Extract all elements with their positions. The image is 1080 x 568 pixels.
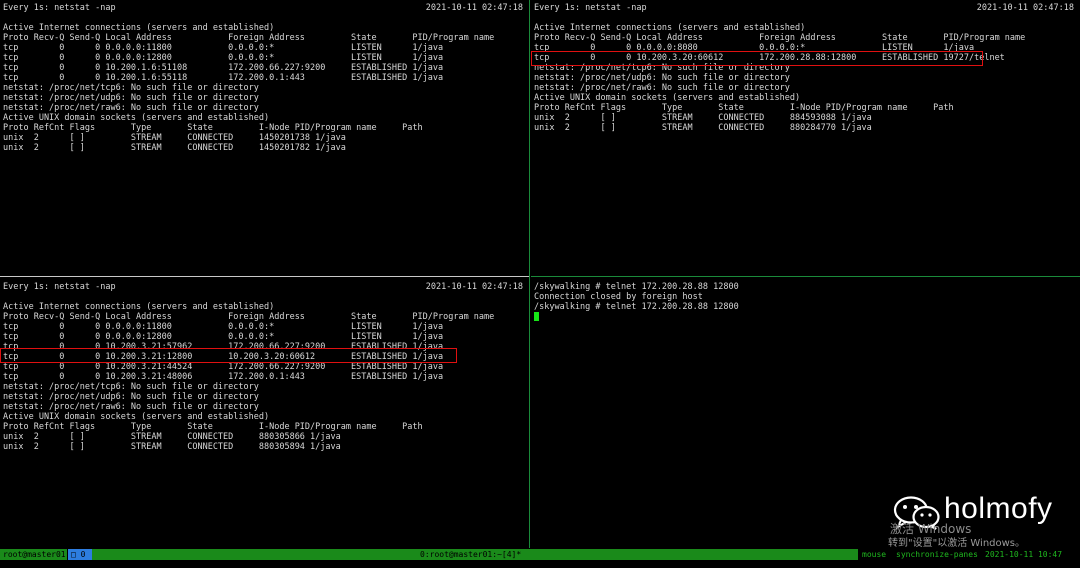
pane-top-left[interactable]: Every 1s: netstat -nap 2021-10-11 02:47:… (0, 0, 529, 276)
output-line: netstat: /proc/net/udp6: No such file or… (3, 93, 259, 103)
output-line: tcp 0 0 0.0.0.0:11800 0.0.0.0:* LISTEN 1… (3, 43, 444, 53)
output-line: Proto Recv-Q Send-Q Local Address Foreig… (3, 33, 495, 43)
output-line: tcp 0 0 0.0.0.0:11800 0.0.0.0:* LISTEN 1… (3, 322, 444, 332)
pane-header: Every 1s: netstat -nap 2021-10-11 02:47:… (3, 282, 523, 292)
cursor-line (534, 312, 739, 323)
output-line: Proto Recv-Q Send-Q Local Address Foreig… (3, 312, 495, 322)
watch-timestamp: 2021-10-11 02:47:18 (976, 3, 1074, 13)
output-line: Active UNIX domain sockets (servers and … (3, 412, 270, 422)
watch-timestamp: 2021-10-11 02:47:18 (425, 282, 523, 292)
output-line: netstat: /proc/net/udp6: No such file or… (3, 392, 259, 402)
status-mouse-mode: mouse (862, 550, 887, 559)
terminal-output: Active Internet connections (servers and… (3, 302, 494, 452)
output-line: /skywalking # telnet 172.200.28.88 12800 (534, 282, 739, 292)
activate-windows-hint: 转到"设置"以激活 Windows。 (888, 538, 1026, 549)
output-line: Active UNIX domain sockets (servers and … (3, 113, 270, 123)
pane-bottom-left[interactable]: Every 1s: netstat -nap 2021-10-11 02:47:… (0, 279, 529, 548)
output-line: Proto RefCnt Flags Type State I-Node PID… (3, 422, 423, 432)
pane-header: Every 1s: netstat -nap 2021-10-11 02:47:… (3, 3, 523, 13)
pane-header: Every 1s: netstat -nap 2021-10-11 02:47:… (534, 3, 1074, 13)
terminal-output: Active Internet connections (servers and… (534, 23, 1025, 133)
wechat-watermark: holmofy 激活 Windows 转到"设置"以激活 Windows。 (888, 490, 1068, 550)
output-line: netstat: /proc/net/tcp6: No such file or… (3, 382, 259, 392)
output-line: unix 2 [ ] STREAM CONNECTED 884593088 1/… (534, 113, 872, 123)
output-line: Connection closed by foreign host (534, 292, 703, 302)
output-line: tcp 0 0 10.200.3.21:48006 172.200.0.1:44… (3, 372, 444, 382)
output-line: Active Internet connections (servers and… (3, 23, 275, 33)
output-line: unix 2 [ ] STREAM CONNECTED 1450201738 1… (3, 133, 346, 143)
output-line: netstat: /proc/net/raw6: No such file or… (534, 83, 790, 93)
output-line: tcp 0 0 10.200.1.6:55118 172.200.0.1:443… (3, 73, 444, 83)
output-line: unix 2 [ ] STREAM CONNECTED 880305894 1/… (3, 442, 341, 452)
output-line: netstat: /proc/net/raw6: No such file or… (3, 402, 259, 412)
highlight-box (531, 51, 983, 66)
watch-command: Every 1s: netstat -nap (3, 3, 116, 13)
output-line: tcp 0 0 0.0.0.0:12800 0.0.0.0:* LISTEN 1… (3, 332, 444, 342)
output-line: Proto Recv-Q Send-Q Local Address Foreig… (534, 33, 1026, 43)
output-line: unix 2 [ ] STREAM CONNECTED 880284770 1/… (534, 123, 872, 133)
watch-command: Every 1s: netstat -nap (3, 282, 116, 292)
status-session[interactable]: root@master01 (0, 549, 67, 560)
status-window-tab[interactable]: □ 0 (68, 549, 92, 560)
terminal-output: Active Internet connections (servers and… (3, 23, 494, 153)
output-line: netstat: /proc/net/udp6: No such file or… (534, 73, 790, 83)
output-line: Proto RefCnt Flags Type State I-Node PID… (534, 103, 954, 113)
status-window-list[interactable]: 0:root@master01:~[4]* (420, 549, 521, 560)
pane-divider-vertical[interactable] (529, 0, 530, 548)
output-line: tcp 0 0 10.200.1.6:51108 172.200.66.227:… (3, 63, 444, 73)
output-line: /skywalking # telnet 172.200.28.88 12800 (534, 302, 739, 312)
output-line: Active Internet connections (servers and… (534, 23, 806, 33)
watch-timestamp: 2021-10-11 02:47:18 (425, 3, 523, 13)
watch-command: Every 1s: netstat -nap (534, 3, 647, 13)
output-line: unix 2 [ ] STREAM CONNECTED 1450201782 1… (3, 143, 346, 153)
output-line: Active UNIX domain sockets (servers and … (534, 93, 801, 103)
pane-top-right[interactable]: Every 1s: netstat -nap 2021-10-11 02:47:… (531, 0, 1080, 276)
output-line: tcp 0 0 10.200.3.21:44524 172.200.66.227… (3, 362, 444, 372)
terminal-output: /skywalking # telnet 172.200.28.88 12800… (534, 282, 739, 323)
status-sync-panes: synchronize-panes (896, 550, 978, 559)
output-line: tcp 0 0 0.0.0.0:12800 0.0.0.0:* LISTEN 1… (3, 53, 444, 63)
highlight-box (0, 348, 457, 363)
output-line: netstat: /proc/net/raw6: No such file or… (3, 103, 259, 113)
output-line: Active Internet connections (servers and… (3, 302, 275, 312)
output-line: unix 2 [ ] STREAM CONNECTED 880305866 1/… (3, 432, 341, 442)
pane-divider-right[interactable] (531, 276, 1080, 277)
tmux-status-bar: root@master01 □ 0 0:root@master01:~[4]* … (0, 549, 1080, 560)
status-datetime: 2021-10-11 10:47 (985, 550, 1063, 559)
output-line: netstat: /proc/net/tcp6: No such file or… (3, 83, 259, 93)
pane-divider-left[interactable] (0, 276, 529, 277)
output-line: Proto RefCnt Flags Type State I-Node PID… (3, 123, 423, 133)
terminal-cursor (534, 312, 539, 321)
